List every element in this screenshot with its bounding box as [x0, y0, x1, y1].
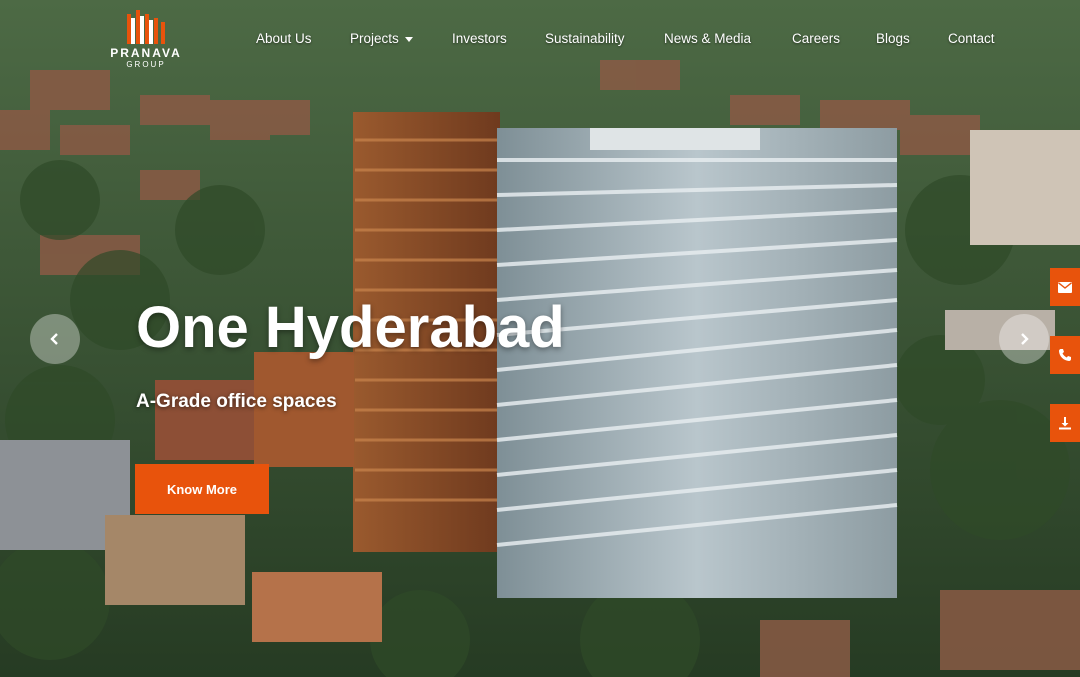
carousel-prev-button[interactable]: [30, 314, 80, 364]
nav-item-label: Projects: [350, 31, 399, 46]
side-mail-button[interactable]: [1050, 268, 1080, 306]
nav-item-label: Careers: [792, 31, 841, 46]
nav-item-label: Contact: [948, 31, 995, 46]
side-download-button[interactable]: [1050, 404, 1080, 442]
slide-subtitle: A-Grade office spaces: [136, 391, 337, 412]
phone-icon: [1059, 349, 1071, 361]
hero-banner: PRANAVA GROUP About Us Projects Investor…: [0, 0, 1080, 677]
nav-item-sustainability[interactable]: Sustainability: [545, 31, 625, 46]
nav-item-label: About Us: [256, 31, 312, 46]
mail-icon: [1058, 281, 1072, 293]
chevron-right-icon: [1021, 333, 1029, 345]
nav-item-label: Investors: [452, 31, 507, 46]
download-icon: [1059, 417, 1071, 430]
nav-item-label: Blogs: [876, 31, 910, 46]
nav-item-investors[interactable]: Investors: [452, 31, 507, 46]
carousel-next-button[interactable]: [999, 314, 1049, 364]
nav-item-contact[interactable]: Contact: [948, 31, 995, 46]
nav-item-news-media[interactable]: News & Media: [664, 31, 751, 46]
nav-item-careers[interactable]: Careers: [792, 31, 840, 46]
side-phone-button[interactable]: [1050, 336, 1080, 374]
nav-item-label: News & Media: [664, 31, 752, 46]
brand-sub: GROUP: [126, 60, 166, 69]
nav-item-projects[interactable]: Projects: [350, 31, 413, 46]
site-header: PRANAVA GROUP About Us Projects Investor…: [0, 0, 1080, 80]
know-more-button[interactable]: Know More: [135, 464, 269, 514]
main-nav: About Us Projects Investors Sustainabili…: [0, 31, 1080, 51]
nav-item-blogs[interactable]: Blogs: [876, 31, 910, 46]
slide-title: One Hyderabad: [136, 295, 565, 360]
nav-item-label: Sustainability: [545, 31, 625, 46]
nav-item-about-us[interactable]: About Us: [256, 31, 312, 46]
chevron-down-icon: [404, 36, 413, 42]
chevron-left-icon: [50, 333, 58, 345]
